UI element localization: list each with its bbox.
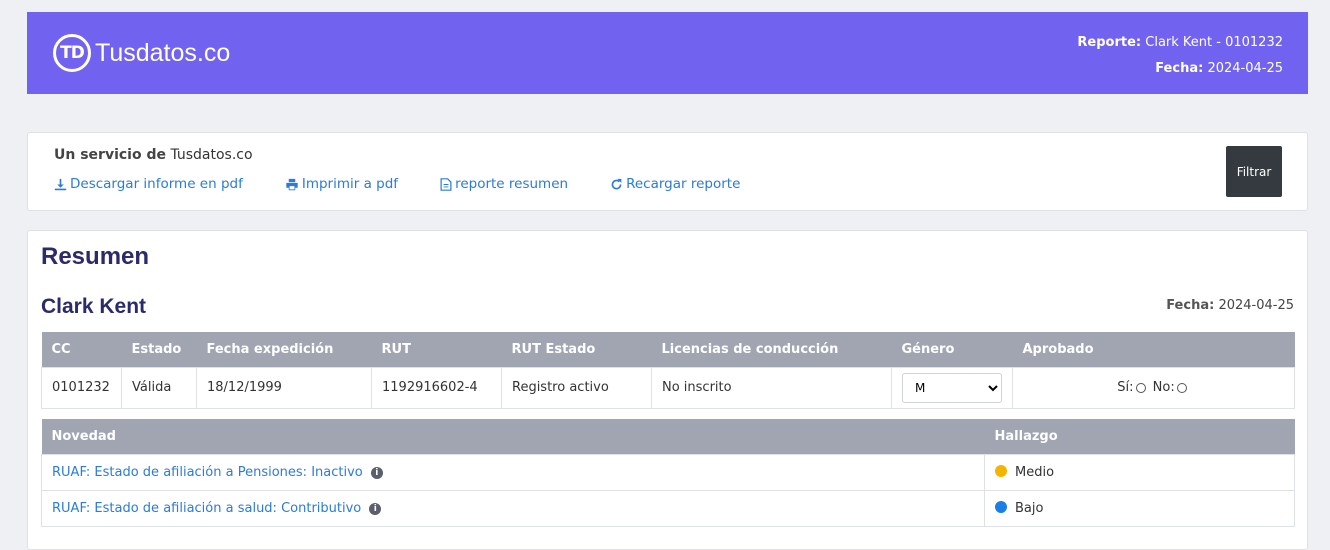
summary-fecha-label: Fecha: [1166, 298, 1215, 313]
filter-button[interactable]: Filtrar [1226, 146, 1282, 197]
top-header: TD Tusdatos.co Reporte: Clark Kent - 010… [27, 12, 1308, 94]
header-aprobado: Aprobado [1012, 332, 1295, 367]
summary-date: Fecha: 2024-04-25 [1166, 298, 1294, 313]
logo[interactable]: TD Tusdatos.co [53, 32, 230, 74]
identity-table: CC Estado Fecha expedición RUT RUT Estad… [41, 332, 1295, 409]
cell-estado: Válida [121, 366, 197, 409]
cell-cc: 0101232 [41, 366, 122, 409]
recargar-reporte-link[interactable]: Recargar reporte [610, 176, 740, 192]
header-licencias: Licencias de conducción [651, 332, 892, 367]
service-name: Tusdatos.co [170, 147, 253, 163]
table-row: 0101232 Válida 18/12/1999 1192916602-4 R… [41, 366, 1295, 409]
logo-text: Tusdatos.co [95, 38, 231, 67]
service-card: Un servicio de Tusdatos.co Descargar inf… [27, 132, 1308, 211]
novedad-link[interactable]: RUAF: Estado de afiliación a Pensiones: … [52, 465, 363, 480]
cell-novedad: RUAF: Estado de afiliación a salud: Cont… [41, 490, 985, 527]
novedad-link[interactable]: RUAF: Estado de afiliación a salud: Cont… [52, 501, 361, 516]
aprobado-si-label: Sí: [1117, 380, 1134, 395]
service-line: Un servicio de Tusdatos.co [54, 147, 253, 163]
cell-licencias: No inscrito [651, 366, 892, 409]
summary-fecha-value: 2024-04-25 [1218, 298, 1294, 313]
cell-aprobado: Sí: No: [1012, 366, 1295, 409]
summary-card: Resumen Clark Kent Fecha: 2024-04-25 CC … [27, 230, 1308, 550]
header-rut: RUT [371, 332, 502, 367]
cell-novedad: RUAF: Estado de afiliación a Pensiones: … [41, 454, 985, 491]
report-meta: Reporte: Clark Kent - 0101232 Fecha: 202… [1077, 30, 1283, 82]
header-novedad: Novedad [41, 419, 985, 455]
cell-fecha-expedicion: 18/12/1999 [196, 366, 372, 409]
print-pdf-link[interactable]: Imprimir a pdf [285, 176, 398, 192]
download-pdf-link[interactable]: Descargar informe en pdf [54, 176, 243, 192]
header-hallazgo: Hallazgo [984, 419, 1295, 455]
reporte-label: Reporte: [1077, 35, 1142, 50]
header-rut-estado: RUT Estado [501, 332, 652, 367]
table-header-row: Novedad Hallazgo [41, 419, 1295, 455]
link-label: reporte resumen [455, 176, 569, 192]
cell-genero: M [891, 366, 1013, 409]
aprobado-no-label: No: [1152, 380, 1175, 395]
cell-rut-estado: Registro activo [501, 366, 652, 409]
summary-title: Resumen [41, 243, 150, 270]
reporte-resumen-link[interactable]: reporte resumen [440, 176, 568, 192]
print-icon [286, 178, 298, 190]
logo-mark-icon: TD [53, 34, 91, 72]
link-label: Recargar reporte [626, 176, 741, 192]
fecha-label: Fecha: [1155, 61, 1204, 76]
hallazgo-label: Medio [1015, 465, 1055, 480]
action-links: Descargar informe en pdf Imprimir a pdf … [54, 176, 782, 192]
genero-select[interactable]: M [902, 372, 1002, 403]
novedades-table: Novedad Hallazgo RUAF: Estado de afiliac… [41, 419, 1295, 527]
header-fecha-expedicion: Fecha expedición [196, 332, 372, 367]
severity-dot-icon [995, 501, 1007, 513]
cell-hallazgo: Bajo [984, 490, 1295, 527]
download-icon [54, 178, 67, 190]
table-row: RUAF: Estado de afiliación a Pensiones: … [41, 454, 1295, 491]
cell-rut: 1192916602-4 [371, 366, 502, 409]
table-header-row: CC Estado Fecha expedición RUT RUT Estad… [41, 332, 1295, 367]
info-icon[interactable]: i [370, 466, 383, 479]
file-icon [440, 177, 452, 191]
refresh-icon [611, 178, 622, 189]
severity-dot-icon [995, 465, 1007, 477]
aprobado-si-radio[interactable] [1135, 382, 1146, 393]
reporte-value: Clark Kent - 0101232 [1145, 35, 1283, 50]
person-name: Clark Kent [41, 295, 147, 318]
header-genero: Género [891, 332, 1013, 367]
header-estado: Estado [121, 332, 197, 367]
header-cc: CC [41, 332, 122, 367]
link-label: Imprimir a pdf [301, 176, 399, 192]
info-icon[interactable]: i [369, 502, 382, 515]
fecha-value: 2024-04-25 [1207, 61, 1283, 76]
hallazgo-label: Bajo [1015, 501, 1044, 516]
table-row: RUAF: Estado de afiliación a salud: Cont… [41, 490, 1295, 527]
service-prefix: Un servicio de [54, 147, 166, 163]
link-label: Descargar informe en pdf [70, 176, 243, 192]
cell-hallazgo: Medio [984, 454, 1295, 491]
aprobado-no-radio[interactable] [1176, 382, 1187, 393]
